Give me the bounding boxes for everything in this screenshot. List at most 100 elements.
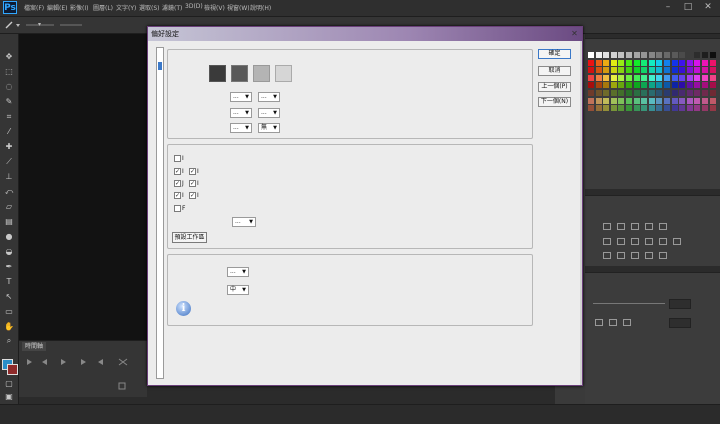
quick-mask-icon[interactable]: ▢: [3, 379, 15, 389]
swatch-cell[interactable]: [641, 105, 648, 112]
options-bar-tool-controls[interactable]: [4, 20, 84, 30]
menu-item-image[interactable]: 影像(I): [70, 3, 88, 12]
selective-color-icon[interactable]: [659, 252, 667, 259]
swatch-cell[interactable]: [694, 97, 701, 104]
menu-item-filter[interactable]: 濾鏡(T): [162, 3, 182, 12]
swatch-cell[interactable]: [595, 74, 602, 81]
swatch-cell[interactable]: [633, 82, 640, 89]
border-dropdown-2[interactable]: ... ▼: [258, 108, 280, 118]
swatch-cell[interactable]: [664, 74, 670, 81]
dialog-scrollbar[interactable]: [580, 41, 582, 385]
swatch-cell[interactable]: [679, 59, 686, 66]
swatch-cell[interactable]: [679, 74, 686, 81]
ok-button[interactable]: 確定: [538, 49, 571, 59]
swatch-cell[interactable]: [709, 105, 716, 112]
menu-item-view[interactable]: 檢視(V): [204, 3, 225, 12]
swatch-cell[interactable]: [709, 74, 716, 81]
exposure-icon[interactable]: [645, 223, 653, 230]
type-tool-icon[interactable]: T: [3, 277, 15, 287]
threshold-icon[interactable]: [631, 252, 639, 259]
swatch-cell[interactable]: [595, 105, 602, 112]
close-window-button[interactable]: ✕: [700, 1, 716, 13]
swatch-cell[interactable]: [656, 90, 663, 96]
theme-swatch-lightest[interactable]: [275, 65, 292, 82]
swatch-cell[interactable]: [626, 82, 632, 89]
swatch-cell[interactable]: [702, 67, 708, 74]
swatch-cell[interactable]: [626, 59, 632, 66]
theme-swatch-darkest[interactable]: [209, 65, 226, 82]
swatch-cell[interactable]: [603, 97, 610, 104]
swatch-cell[interactable]: [702, 59, 708, 66]
timeline-tab[interactable]: 時間軸: [22, 342, 47, 351]
swatch-cell[interactable]: [656, 74, 663, 81]
swatch-cell[interactable]: [664, 52, 670, 58]
path-select-tool-icon[interactable]: ↖: [3, 292, 15, 302]
lock-pixels-icon[interactable]: [595, 319, 603, 326]
invert-icon[interactable]: [603, 252, 611, 259]
menu-item-layer[interactable]: 圖層(L): [93, 3, 113, 12]
shape-tool-icon[interactable]: ▭: [3, 307, 15, 317]
swatch-cell[interactable]: [664, 59, 670, 66]
move-tool-icon[interactable]: ✥: [3, 52, 15, 62]
theme-swatch-light[interactable]: [253, 65, 270, 82]
swatch-cell[interactable]: [603, 59, 610, 66]
swatch-cell[interactable]: [648, 82, 655, 89]
swatch-cell[interactable]: [633, 59, 640, 66]
swatch-cell[interactable]: [656, 67, 663, 74]
swatch-cell[interactable]: [686, 97, 693, 104]
lock-all-icon[interactable]: [623, 319, 631, 326]
swatch-cell[interactable]: [641, 74, 648, 81]
previous-button[interactable]: 上一個(P): [538, 82, 571, 92]
dialog-close-button[interactable]: ✕: [569, 28, 580, 39]
ui-font-size-dropdown[interactable]: 中 ▼: [227, 285, 249, 295]
document-canvas-area[interactable]: [19, 34, 147, 340]
swatch-cell[interactable]: [686, 59, 693, 66]
swatch-cell[interactable]: [679, 67, 686, 74]
swatch-cell[interactable]: [671, 90, 678, 96]
checkbox-1[interactable]: [174, 155, 181, 162]
swatch-cell[interactable]: [648, 105, 655, 112]
swatch-cell[interactable]: [610, 105, 617, 112]
menu-item-type[interactable]: 文字(Y): [116, 3, 136, 12]
font-size-dropdown[interactable]: ... ▼: [227, 267, 249, 277]
swatch-cell[interactable]: [671, 52, 678, 58]
maximize-button[interactable]: □: [680, 1, 696, 13]
dodge-tool-icon[interactable]: ◒: [3, 247, 15, 257]
swatch-cell[interactable]: [664, 90, 670, 96]
eraser-tool-icon[interactable]: ▱: [3, 202, 15, 212]
swatch-cell[interactable]: [595, 97, 602, 104]
color-dropdown-2[interactable]: ... ▼: [230, 108, 252, 118]
checkbox-5[interactable]: ✓: [189, 180, 196, 187]
swatch-cell[interactable]: [709, 59, 716, 66]
color-dropdown-3[interactable]: ... ▼: [230, 123, 252, 133]
swatch-cell[interactable]: [603, 82, 610, 89]
swatch-cell[interactable]: [709, 52, 716, 58]
swatch-cell[interactable]: [626, 67, 632, 74]
checkbox-7[interactable]: ✓: [189, 192, 196, 199]
swatch-cell[interactable]: [671, 74, 678, 81]
hue-saturation-icon[interactable]: [603, 238, 611, 245]
swatch-cell[interactable]: [610, 52, 617, 58]
minimize-button[interactable]: –: [660, 1, 676, 13]
swatch-cell[interactable]: [656, 97, 663, 104]
swatch-cell[interactable]: [618, 74, 625, 81]
lasso-tool-icon[interactable]: ◌: [3, 82, 15, 92]
cancel-button[interactable]: 取消: [538, 66, 571, 76]
swatch-cell[interactable]: [709, 67, 716, 74]
checkbox-2[interactable]: ✓: [174, 168, 181, 175]
swatch-cell[interactable]: [679, 97, 686, 104]
background-color-swatch[interactable]: [7, 364, 18, 375]
menu-item-3d[interactable]: 3D(D): [185, 3, 203, 10]
swatch-cell[interactable]: [679, 52, 686, 58]
swatch-cell[interactable]: [633, 97, 640, 104]
swatch-cell[interactable]: [588, 74, 594, 81]
photo-filter-icon[interactable]: [645, 238, 653, 245]
reset-workspace-button[interactable]: 預設工作區: [172, 232, 207, 243]
swatch-cell[interactable]: [702, 82, 708, 89]
dialog-title-bar[interactable]: 偏好設定: [148, 27, 582, 41]
swatch-cell[interactable]: [648, 67, 655, 74]
hand-tool-icon[interactable]: ✋: [3, 322, 15, 332]
vibrance-icon[interactable]: [659, 223, 667, 230]
swatch-cell[interactable]: [618, 82, 625, 89]
crop-tool-icon[interactable]: ⌗: [3, 112, 15, 122]
